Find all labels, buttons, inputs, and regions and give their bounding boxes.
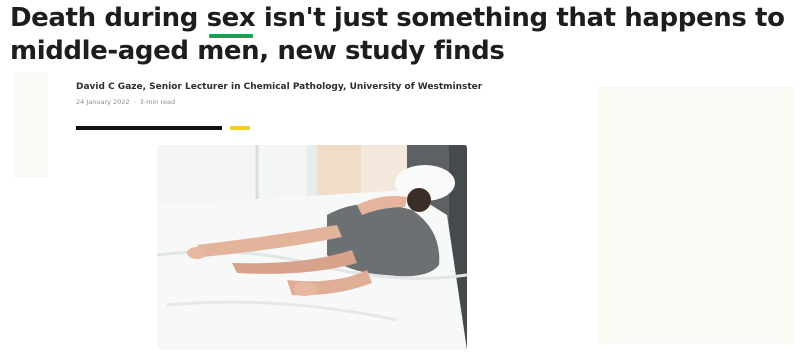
article-meta: 24 January 2022 · 3-min read <box>76 98 175 106</box>
right-side-panel <box>598 86 794 344</box>
photo-foot-2 <box>187 247 207 259</box>
headline-keyword-link[interactable]: sex <box>207 2 256 38</box>
publish-date: 24 January 2022 <box>76 98 130 106</box>
headline-text-start: Death during <box>10 3 207 33</box>
photo-foot <box>293 282 317 296</box>
left-side-panel <box>14 72 48 178</box>
photo-figure-head <box>407 188 431 212</box>
author-byline[interactable]: David C Gaze, Senior Lecturer in Chemica… <box>76 82 482 92</box>
article-photo <box>157 145 467 350</box>
article-headline: Death during sex isn't just something th… <box>10 2 794 68</box>
read-time: 3-min read <box>139 98 176 106</box>
photo-curtain <box>317 145 361 200</box>
photo-bedroom-couple-illustration <box>157 145 467 350</box>
divider-bar-black <box>76 126 222 130</box>
meta-separator: · <box>133 98 136 106</box>
divider-bar-yellow <box>230 126 250 130</box>
